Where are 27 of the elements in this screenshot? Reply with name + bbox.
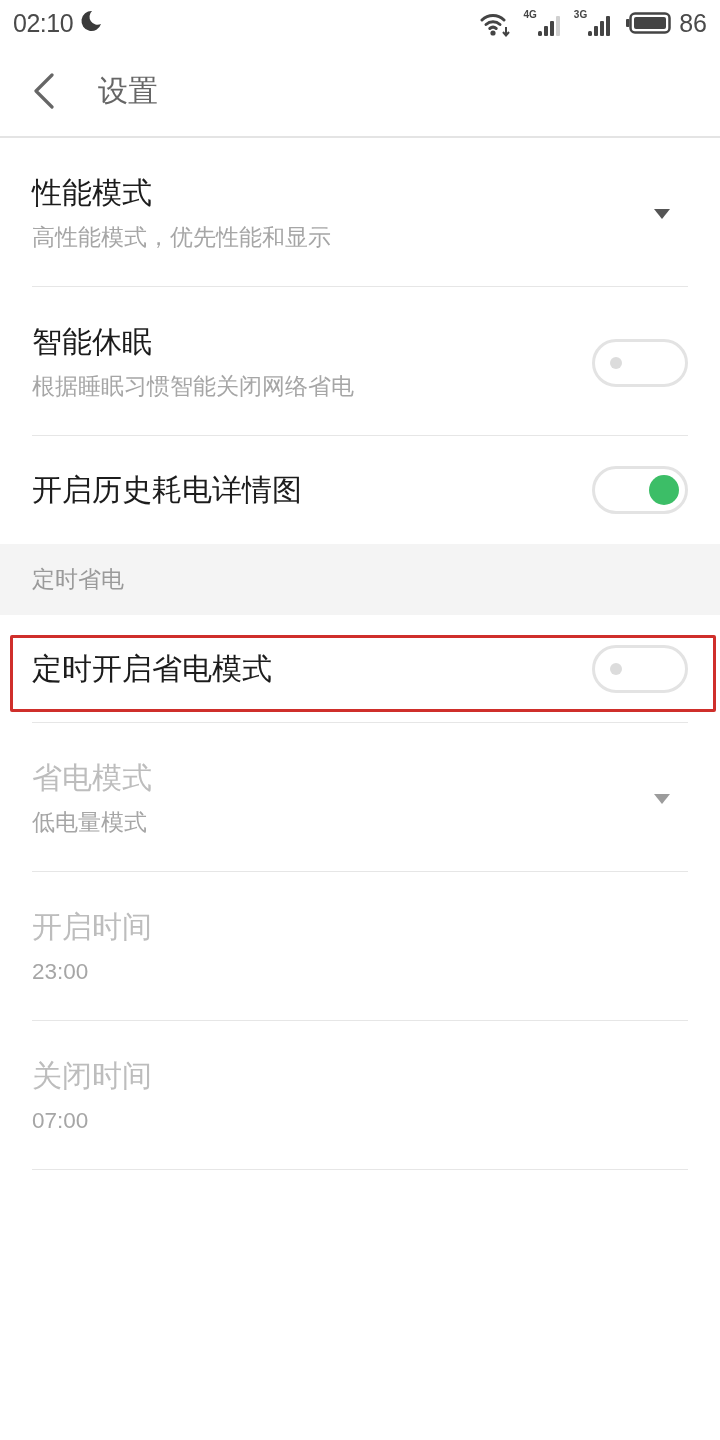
page-title: 设置	[98, 72, 158, 109]
network-type-label: 4G	[523, 10, 537, 20]
setting-description: 高性能模式，优先性能和显示	[32, 224, 332, 252]
battery-percent: 86	[679, 8, 707, 38]
moon-icon	[79, 9, 104, 33]
setting-title: 智能休眠	[32, 324, 153, 360]
clock-time: 02:10	[13, 8, 74, 38]
signal-bars-icon	[588, 16, 611, 36]
toggle-switch[interactable]	[592, 644, 688, 693]
setting-description: 23:00	[32, 958, 90, 986]
battery-icon	[626, 12, 672, 34]
setting-title: 省电模式	[32, 760, 153, 796]
setting-title: 性能模式	[32, 175, 153, 211]
network-type-label: 3G	[573, 10, 588, 20]
setting-title: 开启时间	[32, 909, 153, 945]
signal-bars-icon	[537, 16, 560, 36]
setting-description: 根据睡眠习惯智能关闭网络省电	[32, 373, 355, 401]
setting-title: 定时开启省电模式	[32, 650, 273, 687]
setting-description: 低电量模式	[32, 809, 148, 837]
setting-title: 开启历史耗电详情图	[32, 472, 303, 508]
setting-description: 07:00	[32, 1107, 90, 1135]
back-icon[interactable]	[33, 73, 55, 109]
section-header: 定时省电	[0, 544, 720, 615]
dropdown-caret-icon[interactable]	[654, 208, 670, 219]
toggle-switch[interactable]	[592, 466, 688, 514]
setting-title: 关闭时间	[32, 1058, 153, 1094]
toggle-switch[interactable]	[592, 338, 688, 387]
